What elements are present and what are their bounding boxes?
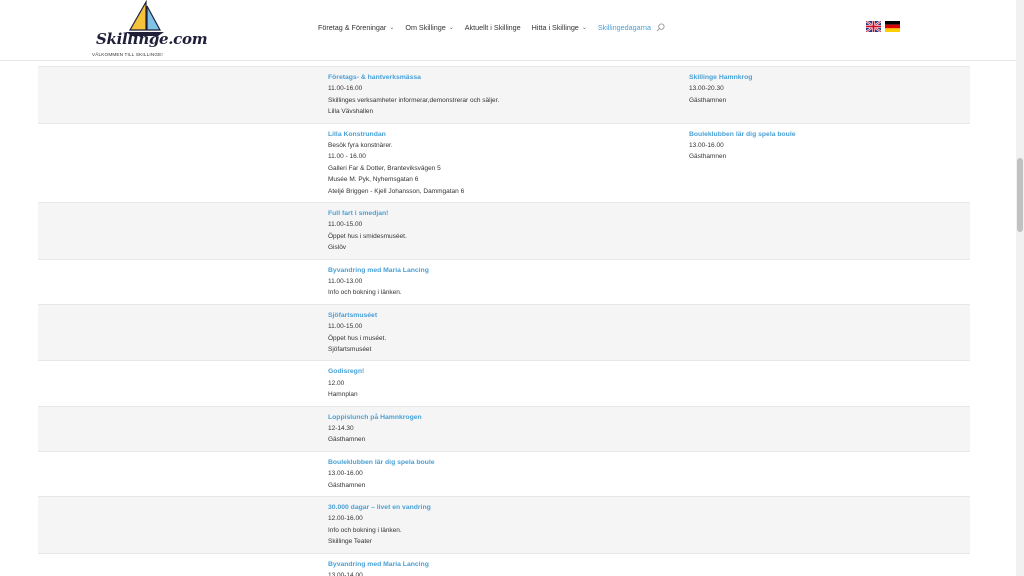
event-right-column: Bouleklubben lär dig spela boule 13.00-16… [689,129,949,163]
chevron-down-icon: ⌄ [581,24,587,31]
event-detail-text: 11.00-15.00 [328,221,363,229]
event-title-link[interactable]: Sjöfartsmuséet [328,310,668,321]
event-detail-text: Info och bokning i länken. [328,526,402,534]
event-detail-text: 11.00-13.00 [328,278,363,285]
event-left-column: Sjöfartsmuséet 11.00-15.00 Öppet hus i mus… [328,310,668,356]
nav-foretag[interactable]: Företag & Föreningar ⌄ [318,23,394,32]
event-detail-text: Besök fyra konstnärer. [328,142,393,149]
language-switcher [866,21,900,32]
event-row: Loppislunch på Hamnkrogen 12-14.30 Gästham… [38,405,970,452]
event-detail-text: 11.00 - 16.00 [328,153,366,161]
event-detail-text: Info och bokning i länken. [328,289,402,297]
nav-skillingedagarna[interactable]: Skillingedagarna [598,23,651,32]
event-row: Sjöfartsmuséet 11.00-15.00 Öppet hus i mus… [38,303,970,362]
event-row: Byvandring med Maria Lancing13.00-14.00I… [38,552,970,576]
chevron-down-icon: ⌄ [389,24,395,31]
scrollbar-thumb[interactable] [1017,158,1023,232]
event-detail-text: 11.00-15.00 [328,323,363,331]
event-title-link[interactable]: Godisregn! [328,366,668,377]
event-detail-text: Gästhamnen [689,96,727,104]
event-detail-text: Galleri Far & Dotter, Branteviksvägen 5 [328,164,441,172]
nav-label: Hitta i Skillinge [531,22,579,32]
event-detail-text: Hamnplan [328,391,358,399]
nav-om-skillinge[interactable]: Om Skillinge ⌄ [405,23,453,32]
event-detail-text: Gästhamnen [328,436,366,444]
german-flag-icon[interactable] [885,21,900,32]
event-title-link[interactable]: Byvandring med Maria Lancing [328,265,668,276]
event-row: Bouleklubben lär dig spela boule 13.00-16… [38,450,970,497]
event-title-link[interactable]: Full fart i smedjan! [328,208,668,219]
logo-text: Skillinge.com [96,30,208,48]
nav-aktuellt[interactable]: Aktuellt i Skillinge [465,23,521,32]
event-row: 30.000 dagar – livet en vandring 12.00-16… [38,496,970,554]
event-detail-text: 12.00-16.00 [328,515,363,523]
nav-label: Skillingedagarna [597,22,651,32]
event-detail-text: Skillinges verksamheter informerar,demon… [328,96,500,104]
event-detail-text: Musée M. Pyk, Nyhemsgatan 6 [328,176,419,184]
event-detail-text: 12.00 [328,379,345,387]
event-title-link[interactable]: Byvandring med Maria Lancing [328,559,668,570]
event-detail-text: Gästhamnen [328,481,366,489]
nav-label: Om Skillinge [405,22,446,32]
event-detail-text: 13.00-20.30 [689,85,724,93]
event-title-link[interactable]: Bouleklubben lär dig spela boule [328,457,668,468]
event-row: Godisregn! 12.00 Hamnplan [38,360,970,406]
event-left-column: Lilla Konstrundan Besök fyra konstnärer. 1… [328,129,668,197]
event-detail-text: Ateljé Briggen - Kjell Johansson, Dammga… [328,187,465,195]
search-icon[interactable] [656,22,665,32]
site-header: Skillinge.com VÄLKOMMEN TILL SKILLINGE! … [0,0,1016,61]
event-title-link[interactable]: Företags- & hantverksmässa [328,72,668,83]
event-left-column: Bouleklubben lär dig spela boule 13.00-16… [328,457,668,491]
chevron-down-icon: ⌄ [448,24,454,31]
event-right-column: Skillinge Hamnkrog 13.00-20.30 Gästhamnen [689,72,949,106]
event-detail-text: Gislöv [328,244,347,252]
event-detail-text: Öppet hus i muséet. [328,334,387,342]
event-row: Lilla Konstrundan Besök fyra konstnärer. 1… [38,122,970,203]
event-list: Företags- & hantverksmässa 11.00-16.00 Ski… [0,60,1016,576]
event-left-column: Loppislunch på Hamnkrogen 12-14.30 Gästham… [328,412,668,446]
event-left-column: 30.000 dagar – livet en vandring 12.00-16… [328,502,668,548]
event-title-link[interactable]: Lilla Konstrundan [328,129,668,140]
scrollbar[interactable] [1016,0,1024,576]
event-row: Byvandring med Maria Lancing 11.00-13.00 I… [38,258,970,305]
event-left-column: Byvandring med Maria Lancing 11.00-13.00 I… [328,265,668,299]
main-navigation: Företag & Föreningar ⌄ Om Skillinge ⌄ Ak… [318,20,665,34]
event-detail-text: 11.00-16.00 [328,85,363,93]
event-detail-text: Sjöfartsmuséet [328,346,372,354]
event-detail-text: 13.00-16.00 [689,142,724,149]
event-left-column: Godisregn! 12.00 Hamnplan [328,366,668,400]
nav-hitta[interactable]: Hitta i Skillinge ⌄ [532,23,587,32]
event-detail-text: 13.00-16.00 [328,470,363,478]
nav-label: Aktuellt i Skillinge [464,22,521,32]
event-detail-text: Skillinge Teater [328,538,372,546]
event-detail-text: Lilla Vävshallen [328,108,374,116]
nav-label: Företag & Föreningar [318,22,387,32]
english-flag-icon[interactable] [866,21,881,32]
event-left-column: Full fart i smedjan! 11.00-15.00 Öppet hus… [328,208,668,254]
logo-tagline: VÄLKOMMEN TILL SKILLINGE! [92,52,163,57]
event-row: Full fart i smedjan! 11.00-15.00 Öppet hus… [38,202,970,260]
event-left-column: Företags- & hantverksmässa 11.00-16.00 Ski… [328,72,668,118]
event-title-link[interactable]: 30.000 dagar – livet en vandring [328,502,668,513]
event-detail-text: 13.00-14.00 [328,572,363,576]
event-row: Företags- & hantverksmässa 11.00-16.00 Ski… [38,66,970,124]
site-logo[interactable]: Skillinge.com VÄLKOMMEN TILL SKILLINGE! [90,0,208,60]
event-detail-text: Gästhamnen [689,153,727,161]
event-detail-text: 12-14.30 [328,425,354,432]
event-detail-text: Öppet hus i smidesmuséet. [328,232,407,240]
event-title-link[interactable]: Skillinge Hamnkrog [689,72,949,83]
event-title-link[interactable]: Loppislunch på Hamnkrogen [328,412,668,423]
event-title-link[interactable]: Bouleklubben lär dig spela boule [689,129,949,140]
event-left-column: Byvandring med Maria Lancing13.00-14.00I… [328,559,668,576]
